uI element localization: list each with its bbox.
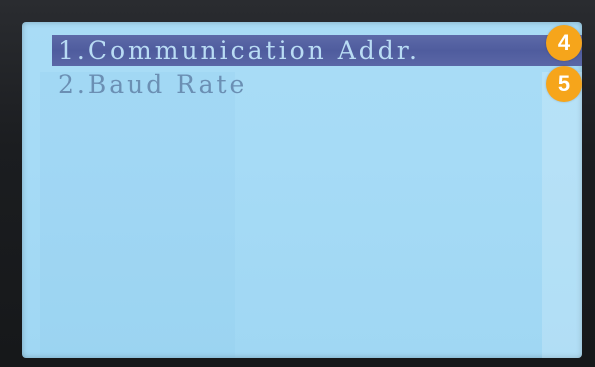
device-bezel: 1.Communication Addr. 2.Baud Rate 4 5 [0, 0, 595, 367]
menu-item-label: 2.Baud Rate [58, 69, 248, 99]
lcd-screen: 1.Communication Addr. 2.Baud Rate [22, 22, 582, 358]
callout-badge-4: 4 [546, 25, 582, 61]
backlight-shade [40, 72, 235, 358]
callout-badge-5: 5 [546, 66, 582, 102]
backlight-highlight [542, 72, 582, 358]
menu-item-baud-rate[interactable]: 2.Baud Rate [58, 69, 247, 99]
menu-item-communication-addr[interactable]: 1.Communication Addr. [52, 35, 582, 66]
menu-item-label: 1.Communication Addr. [58, 36, 420, 65]
